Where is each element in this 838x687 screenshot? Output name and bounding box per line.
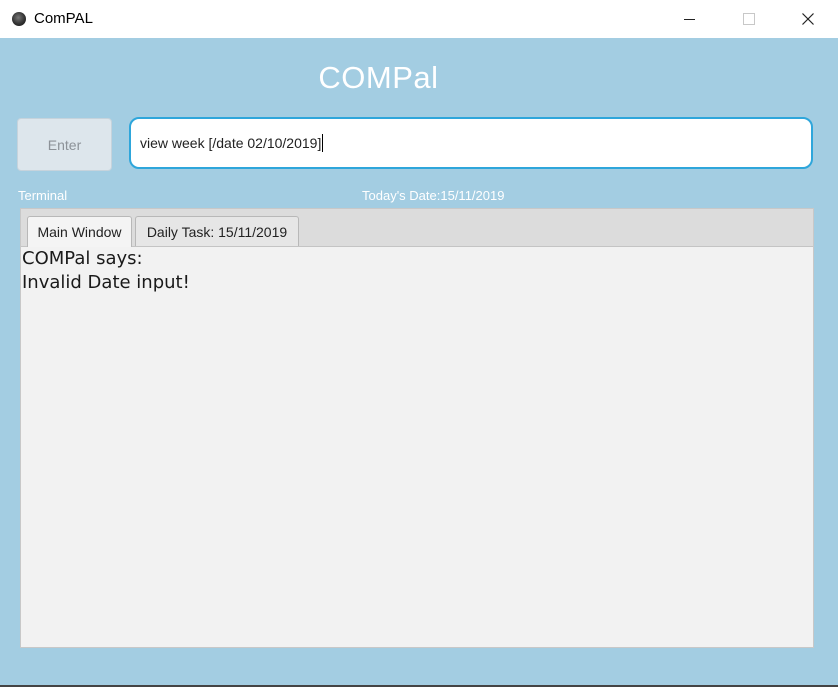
title-bar[interactable]: ComPAL bbox=[0, 0, 838, 39]
terminal-label: Terminal bbox=[18, 188, 68, 203]
output-text-area[interactable]: COMPal says: Invalid Date input! bbox=[21, 247, 814, 295]
minimize-icon bbox=[683, 18, 695, 20]
command-input-value: view week [/date 02/10/2019] bbox=[140, 135, 322, 151]
minimize-button[interactable] bbox=[666, 0, 712, 38]
maximize-button[interactable] bbox=[726, 0, 772, 38]
todays-date-label: Today's Date:15/11/2019 bbox=[362, 188, 505, 203]
output-line: COMPal says: bbox=[22, 248, 143, 269]
text-caret bbox=[322, 134, 324, 152]
app-icon bbox=[12, 12, 26, 26]
window-title: ComPAL bbox=[34, 10, 93, 27]
tab-daily-task[interactable]: Daily Task: 15/11/2019 bbox=[135, 216, 299, 246]
output-line: Invalid Date input! bbox=[22, 272, 190, 293]
app-window: ComPAL COMPal Enter view week [/date 02/… bbox=[0, 0, 838, 687]
command-input[interactable]: view week [/date 02/10/2019] bbox=[129, 117, 813, 169]
tab-main-window[interactable]: Main Window bbox=[27, 216, 132, 247]
tab-header: Main Window Daily Task: 15/11/2019 bbox=[21, 209, 813, 247]
app-body: COMPal Enter view week [/date 02/10/2019… bbox=[0, 38, 838, 685]
tab-pane: Main Window Daily Task: 15/11/2019 COMPa… bbox=[20, 208, 814, 648]
close-icon bbox=[802, 13, 814, 25]
app-heading: COMPal bbox=[318, 60, 439, 95]
close-button[interactable] bbox=[785, 0, 831, 38]
maximize-icon bbox=[743, 13, 755, 25]
enter-button[interactable]: Enter bbox=[17, 118, 112, 171]
